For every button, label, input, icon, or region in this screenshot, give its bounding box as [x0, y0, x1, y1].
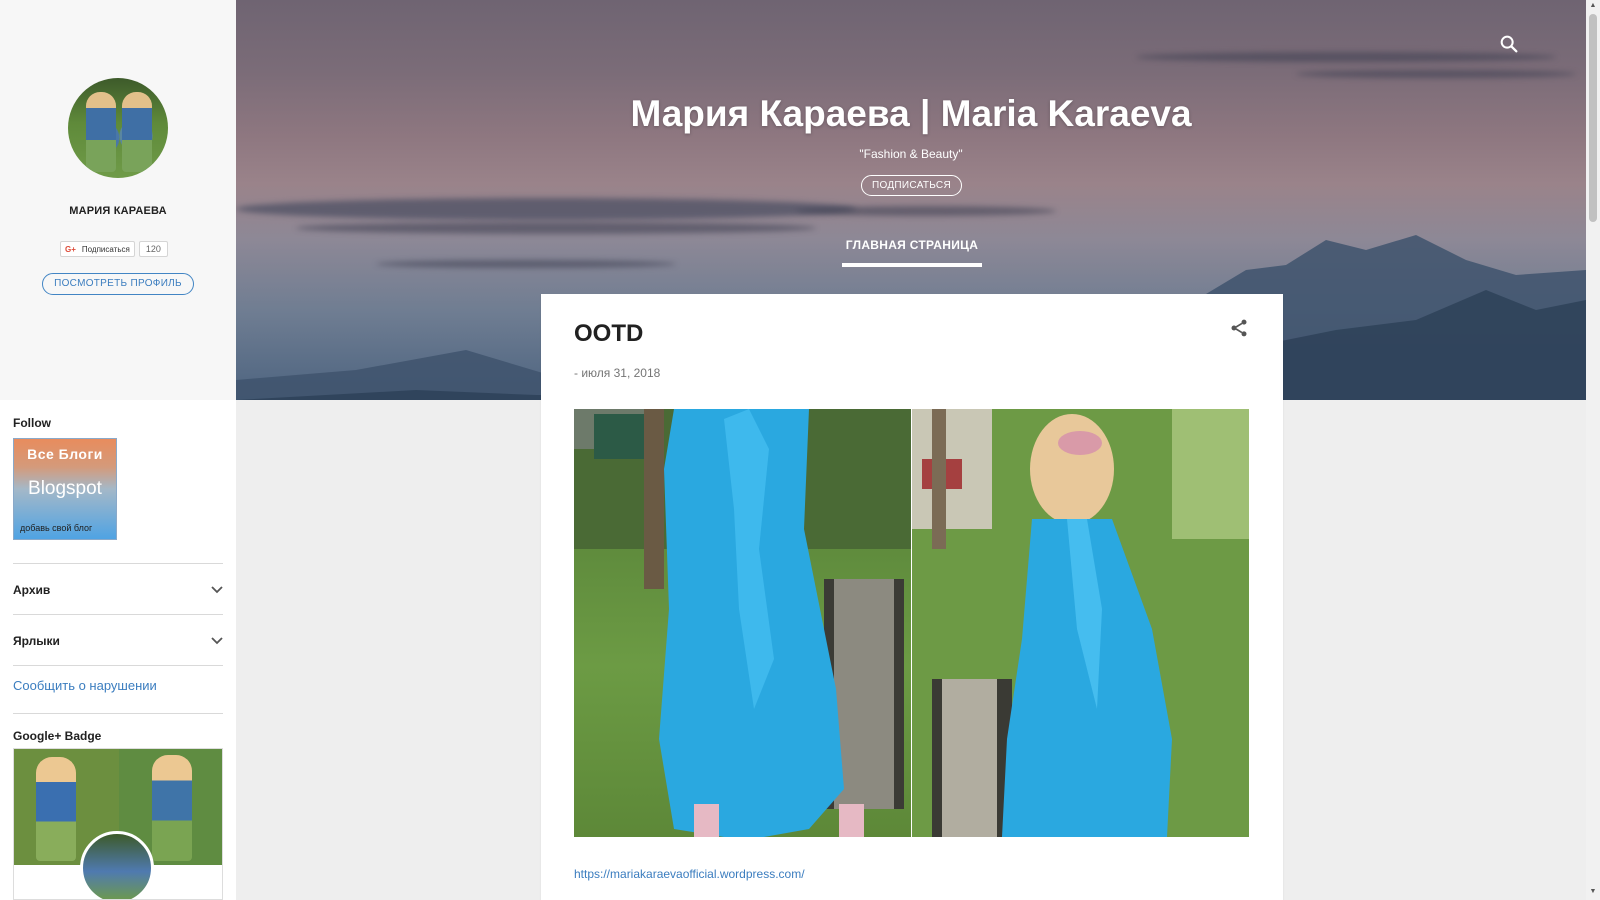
- blog-title[interactable]: Мария Караева | Maria Karaeva: [236, 93, 1586, 135]
- profile-section: [0, 0, 236, 400]
- subscribe-button[interactable]: ПОДПИСАТЬСЯ: [861, 175, 962, 196]
- badge-line2: Blogspot: [28, 478, 102, 499]
- google-plus-badge[interactable]: [13, 748, 223, 900]
- share-icon[interactable]: [1229, 318, 1249, 338]
- profile-avatar[interactable]: [68, 78, 168, 178]
- nav-home-tab[interactable]: ГЛАВНАЯ СТРАНИЦА: [842, 238, 982, 252]
- google-badge-title: Google+ Badge: [13, 729, 102, 743]
- chevron-down-icon: [211, 637, 223, 645]
- outfit-photo-right: [912, 409, 1249, 837]
- divider: [13, 713, 223, 714]
- badge-avatar: [80, 831, 154, 899]
- archive-toggle[interactable]: Архив: [13, 580, 223, 600]
- view-profile-button[interactable]: ПОСМОТРЕТЬ ПРОФИЛЬ: [42, 273, 194, 295]
- scroll-down-arrow-icon[interactable]: ▼: [1589, 888, 1597, 896]
- scroll-up-arrow-icon[interactable]: ▲: [1589, 2, 1597, 10]
- gplus-icon: G+: [65, 244, 76, 254]
- post-card: OOTD - июля 31, 2018 https://mariakaraev…: [541, 294, 1283, 900]
- badge-line1: Все Блоги: [27, 446, 103, 462]
- gplus-follow-button[interactable]: G+ Подписаться: [60, 241, 135, 257]
- page-scrollbar[interactable]: ▲ ▼: [1586, 0, 1600, 900]
- gplus-follower-count: 120: [138, 241, 168, 257]
- labels-label: Ярлыки: [13, 634, 60, 648]
- gplus-follow-label: Подписаться: [81, 244, 130, 254]
- blog-description: "Fashion & Beauty": [859, 147, 963, 161]
- search-icon[interactable]: [1498, 33, 1520, 55]
- post-external-link[interactable]: https://mariakaraevaofficial.wordpress.c…: [574, 867, 805, 881]
- gplus-follow-widget: G+ Подписаться 120: [60, 241, 168, 257]
- post-date[interactable]: - июля 31, 2018: [574, 366, 660, 380]
- divider: [13, 614, 223, 615]
- archive-label: Архив: [13, 583, 51, 597]
- report-abuse-link[interactable]: Сообщить о нарушении: [13, 678, 157, 693]
- chevron-down-icon: [211, 586, 223, 594]
- all-blogs-badge[interactable]: Все Блоги Blogspot добавь свой блог: [13, 438, 117, 540]
- divider: [13, 563, 223, 564]
- post-image[interactable]: [574, 409, 1249, 837]
- outfit-photo-left: [574, 409, 911, 837]
- follow-widget-title: Follow: [13, 416, 51, 430]
- badge-line3: добавь свой блог: [20, 523, 93, 533]
- divider: [13, 665, 223, 666]
- profile-name[interactable]: МАРИЯ КАРАЕВА: [0, 205, 236, 217]
- nav-active-indicator: [842, 263, 982, 267]
- sidebar: МАРИЯ КАРАЕВА G+ Подписаться 120 ПОСМОТР…: [0, 0, 236, 900]
- scrollbar-thumb[interactable]: [1589, 14, 1597, 222]
- post-title[interactable]: OOTD: [574, 320, 643, 348]
- labels-toggle[interactable]: Ярлыки: [13, 631, 223, 651]
